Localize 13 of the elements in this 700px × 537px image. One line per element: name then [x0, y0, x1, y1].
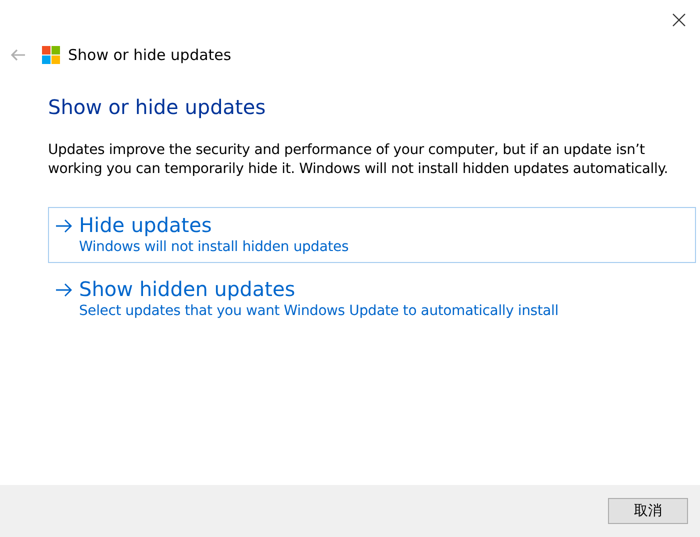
window-title: Show or hide updates — [68, 45, 232, 66]
option-subtitle: Windows will not install hidden updates — [79, 238, 349, 256]
windows-logo-icon — [42, 46, 60, 64]
page-heading: Show or hide updates — [48, 94, 267, 118]
option-subtitle: Select updates that you want Windows Update to automatically install — [79, 302, 558, 320]
arrow-icon — [55, 218, 73, 232]
cancel-button[interactable]: 取消 — [608, 498, 688, 524]
option-title: Hide updates — [79, 212, 213, 238]
option-title: Show hidden updates — [79, 276, 296, 302]
arrow-icon — [55, 282, 73, 296]
option-link[interactable]: Hide updates Windows will not install hidden updates — [48, 206, 696, 262]
description-text: Updates improve the security and performance of your computer, but if an update isn’t working you can temporarily hide it. Windows will not install hidden updates automatically. — [48, 140, 670, 178]
option-link[interactable]: Show hidden updates Select updates that you want Windows Update to automatically install — [48, 270, 696, 326]
